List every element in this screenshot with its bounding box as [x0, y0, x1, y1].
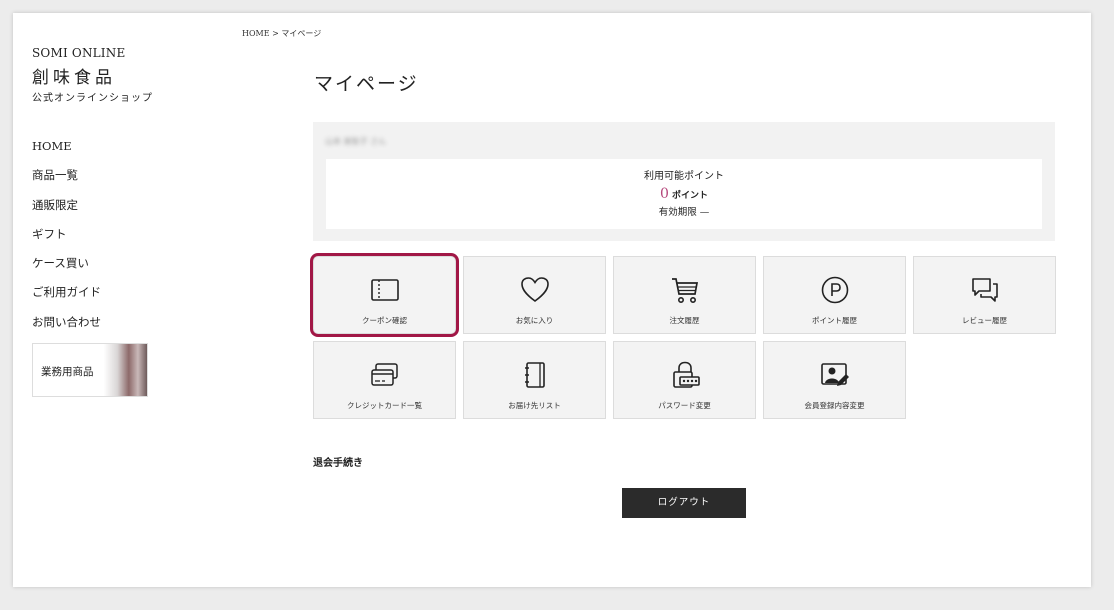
credit-card-icon	[370, 363, 398, 386]
sidebar-item-products[interactable]: 商品一覧	[32, 168, 101, 197]
tile-profile-edit[interactable]: 会員登録内容変更	[763, 341, 906, 419]
tile-label: クーポン確認	[362, 316, 407, 325]
heart-icon	[520, 277, 549, 302]
points-summary: 利用可能ポイント 0 ポイント 有効期限 —	[326, 159, 1042, 229]
points-value: 0	[660, 186, 669, 202]
logout-button[interactable]: ログアウト	[622, 488, 746, 518]
tile-label: 会員登録内容変更	[804, 401, 865, 410]
breadcrumb[interactable]: HOME > マイページ	[242, 28, 321, 39]
sidebar-item-case-purchase[interactable]: ケース買い	[32, 256, 101, 285]
tile-label: レビュー履歴	[962, 316, 1007, 325]
tile-label: お気に入り	[515, 316, 554, 325]
tile-credit-cards[interactable]: クレジットカード一覧	[313, 341, 456, 419]
tile-label: 注文履歴	[669, 316, 700, 325]
sidebar-item-guide[interactable]: ご利用ガイド	[32, 285, 101, 314]
page-title: マイページ	[314, 73, 419, 95]
points-line: 0 ポイント	[326, 186, 1042, 202]
tile-label: パスワード変更	[658, 401, 711, 410]
browser-window: HOME > マイページ SOMI ONLINE 創味食品 公式オンラインショッ…	[13, 13, 1091, 587]
profile-edit-icon	[820, 363, 849, 386]
tile-point-history[interactable]: ポイント履歴	[763, 256, 906, 334]
tile-password-change[interactable]: パスワード変更	[613, 341, 756, 419]
brand-name-en[interactable]: SOMI ONLINE	[32, 46, 125, 60]
points-unit: ポイント	[671, 191, 708, 201]
withdraw-link[interactable]: 退会手続き	[313, 454, 363, 469]
brand-name-jp[interactable]: 創味食品	[32, 63, 116, 88]
tile-favorites[interactable]: お気に入り	[463, 256, 606, 334]
points-label: 利用可能ポイント	[644, 171, 724, 182]
tile-order-history[interactable]: 注文履歴	[613, 256, 756, 334]
coupon-book-icon	[370, 279, 399, 301]
brand-subtitle: 公式オンラインショップ	[32, 93, 153, 104]
points-p-icon	[821, 276, 848, 304]
chat-bubbles-icon	[971, 278, 998, 302]
password-lock-icon	[672, 361, 700, 388]
tile-address-list[interactable]: お届け先リスト	[463, 341, 606, 419]
sidebar-nav: HOME 商品一覧 通販限定 ギフト ケース買い ご利用ガイド お問い合わせ	[32, 139, 101, 344]
user-name: 山本 美智子 さん	[325, 137, 387, 146]
points-panel: 山本 美智子 さん 利用可能ポイント 0 ポイント 有効期限 —	[313, 122, 1055, 241]
business-products-label: 業務用商品	[41, 366, 94, 378]
sidebar-item-gift[interactable]: ギフト	[32, 227, 101, 256]
business-products-banner[interactable]: 業務用商品	[32, 343, 148, 397]
tile-label: ポイント履歴	[812, 316, 857, 325]
tile-label: クレジットカード一覧	[347, 401, 422, 410]
tile-coupon[interactable]: クーポン確認	[313, 256, 456, 334]
points-expiry: 有効期限 —	[658, 207, 710, 218]
tile-label: お届け先リスト	[508, 401, 561, 410]
tile-review-history[interactable]: レビュー履歴	[913, 256, 1056, 334]
sidebar-item-online-exclusive[interactable]: 通販限定	[32, 198, 101, 227]
sidebar-item-contact[interactable]: お問い合わせ	[32, 315, 101, 344]
sidebar-item-home[interactable]: HOME	[32, 139, 101, 168]
address-book-icon	[524, 362, 545, 388]
cart-icon	[671, 278, 698, 303]
